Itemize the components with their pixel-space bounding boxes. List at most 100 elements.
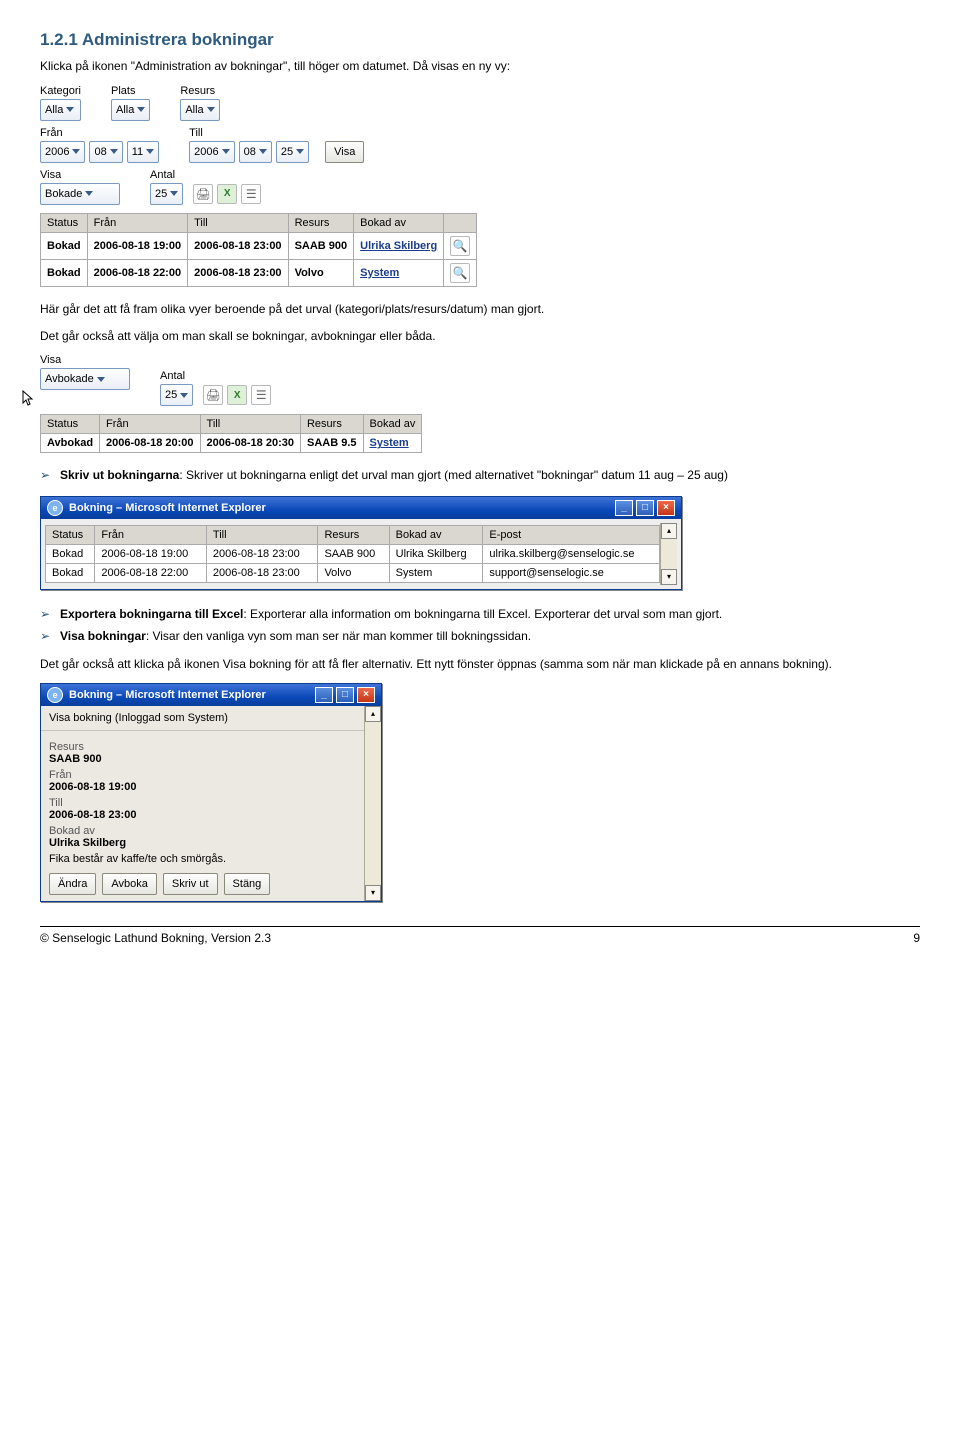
maximize-button[interactable]: □ bbox=[636, 500, 654, 516]
table-row: Bokad 2006-08-18 22:00 2006-08-18 23:00 … bbox=[46, 563, 660, 582]
excel-icon[interactable]: X bbox=[227, 385, 247, 405]
kategori-label: Kategori bbox=[40, 85, 81, 97]
cell-status: Bokad bbox=[41, 232, 88, 259]
till-day-value: 25 bbox=[281, 146, 293, 158]
paragraph: Det går också att klicka på ikonen Visa … bbox=[40, 656, 920, 673]
visa-filter-dropdown[interactable]: Bokade bbox=[40, 183, 120, 205]
stang-button[interactable]: Stäng bbox=[224, 873, 271, 895]
antal-label: Antal bbox=[150, 169, 261, 181]
page-footer: © Senselogic Lathund Bokning, Version 2.… bbox=[40, 926, 920, 945]
col-bokad: Bokad av bbox=[354, 213, 444, 232]
bookings-table-a: Status Från Till Resurs Bokad av Bokad 2… bbox=[40, 213, 477, 287]
list-icon[interactable]: ☰ bbox=[241, 184, 261, 204]
till-day-dropdown[interactable]: 25 bbox=[276, 141, 309, 163]
fran-month-dropdown[interactable]: 08 bbox=[89, 141, 122, 163]
col-resurs: Resurs bbox=[300, 415, 363, 434]
detail-value-till: 2006-08-18 23:00 bbox=[49, 809, 356, 821]
avboka-button[interactable]: Avboka bbox=[102, 873, 157, 895]
cell-epost: ulrika.skilberg@senselogic.se bbox=[483, 544, 660, 563]
minimize-button[interactable]: _ bbox=[615, 500, 633, 516]
chevron-down-icon bbox=[66, 107, 74, 112]
plats-label: Plats bbox=[111, 85, 150, 97]
table-row: Avbokad 2006-08-18 20:00 2006-08-18 20:3… bbox=[41, 434, 422, 453]
plats-dropdown[interactable]: Alla bbox=[111, 99, 150, 121]
scrollbar[interactable]: ▴ ▾ bbox=[364, 706, 381, 901]
fran-day-dropdown[interactable]: 11 bbox=[127, 141, 159, 163]
bullet-text: : Visar den vanliga vyn som man ser när … bbox=[146, 629, 531, 643]
table-row: Bokad 2006-08-18 19:00 2006-08-18 23:00 … bbox=[46, 544, 660, 563]
cell-bokad: Ulrika Skilberg bbox=[389, 544, 483, 563]
close-button[interactable]: × bbox=[357, 687, 375, 703]
chevron-down-icon bbox=[222, 149, 230, 154]
cell-status: Bokad bbox=[46, 563, 95, 582]
scroll-up-icon[interactable]: ▴ bbox=[365, 706, 381, 722]
kategori-dropdown[interactable]: Alla bbox=[40, 99, 81, 121]
excel-icon[interactable]: X bbox=[217, 184, 237, 204]
antal-value: 25 bbox=[165, 389, 177, 401]
cell-fran: 2006-08-18 22:00 bbox=[87, 259, 187, 286]
cell-till: 2006-08-18 23:00 bbox=[206, 544, 318, 563]
fran-label: Från bbox=[40, 127, 159, 139]
col-status: Status bbox=[41, 213, 88, 232]
antal-value: 25 bbox=[155, 188, 167, 200]
cell-bokad: System bbox=[389, 563, 483, 582]
table-row: Bokad 2006-08-18 22:00 2006-08-18 23:00 … bbox=[41, 259, 477, 286]
chevron-down-icon bbox=[72, 149, 80, 154]
close-button[interactable]: × bbox=[657, 500, 675, 516]
magnifier-icon[interactable]: 🔍 bbox=[450, 236, 470, 256]
detail-value-fran: 2006-08-18 19:00 bbox=[49, 781, 356, 793]
bokad-link[interactable]: Ulrika Skilberg bbox=[360, 240, 437, 252]
maximize-button[interactable]: □ bbox=[336, 687, 354, 703]
till-year-dropdown[interactable]: 2006 bbox=[189, 141, 234, 163]
bullet-visa: Visa bokningar: Visar den vanliga vyn so… bbox=[40, 628, 920, 644]
fran-day-value: 11 bbox=[132, 146, 143, 158]
col-till: Till bbox=[200, 415, 300, 434]
andra-button[interactable]: Ändra bbox=[49, 873, 96, 895]
browser-window: e Bokning – Microsoft Internet Explorer … bbox=[40, 496, 682, 590]
resurs-value: Alla bbox=[185, 104, 203, 116]
print-icon[interactable]: 🖨 bbox=[203, 385, 223, 405]
col-fran: Från bbox=[100, 415, 200, 434]
fran-year-dropdown[interactable]: 2006 bbox=[40, 141, 85, 163]
detail-value-bokad: Ulrika Skilberg bbox=[49, 837, 356, 849]
cell-epost: support@senselogic.se bbox=[483, 563, 660, 582]
visa-filter-value: Avbokade bbox=[45, 373, 94, 385]
detail-label-resurs: Resurs bbox=[49, 741, 356, 753]
bullet-label: Visa bokningar bbox=[60, 629, 146, 643]
cell-till: 2006-08-18 20:30 bbox=[200, 434, 300, 453]
cell-status: Avbokad bbox=[41, 434, 100, 453]
bokad-link[interactable]: System bbox=[370, 437, 409, 449]
antal-dropdown[interactable]: 25 bbox=[160, 384, 193, 406]
magnifier-icon[interactable]: 🔍 bbox=[450, 263, 470, 283]
bullet-label: Skriv ut bokningarna bbox=[60, 468, 179, 482]
detail-label-till: Till bbox=[49, 797, 356, 809]
scrollbar[interactable]: ▴ ▾ bbox=[660, 523, 677, 585]
till-month-dropdown[interactable]: 08 bbox=[239, 141, 272, 163]
detail-value-resurs: SAAB 900 bbox=[49, 753, 356, 765]
filter-block-b: Visa Avbokade Antal 25 🖨 X ☰ bbox=[40, 354, 920, 406]
bokad-link[interactable]: System bbox=[360, 267, 399, 279]
resurs-dropdown[interactable]: Alla bbox=[180, 99, 219, 121]
scroll-down-icon[interactable]: ▾ bbox=[661, 569, 677, 585]
col-bokad: Bokad av bbox=[363, 415, 422, 434]
window-titlebar: e Bokning – Microsoft Internet Explorer … bbox=[41, 497, 681, 519]
visa-button[interactable]: Visa bbox=[325, 141, 364, 163]
section-heading: 1.2.1 Administrera bokningar bbox=[40, 30, 920, 50]
bullet-print: Skriv ut bokningarna: Skriver ut bokning… bbox=[40, 467, 920, 483]
till-label: Till bbox=[189, 127, 364, 139]
scroll-up-icon[interactable]: ▴ bbox=[661, 523, 677, 539]
skriv-ut-button[interactable]: Skriv ut bbox=[163, 873, 218, 895]
antal-dropdown[interactable]: 25 bbox=[150, 183, 183, 205]
antal-label: Antal bbox=[160, 370, 271, 382]
scroll-down-icon[interactable]: ▾ bbox=[365, 885, 381, 901]
visa-filter-dropdown[interactable]: Avbokade bbox=[40, 368, 130, 390]
col-actions bbox=[444, 213, 477, 232]
col-status: Status bbox=[46, 525, 95, 544]
print-icon[interactable]: 🖨 bbox=[193, 184, 213, 204]
cell-till: 2006-08-18 23:00 bbox=[188, 259, 288, 286]
paragraph: Det går också att välja om man skall se … bbox=[40, 328, 920, 345]
minimize-button[interactable]: _ bbox=[315, 687, 333, 703]
cell-resurs: SAAB 9.5 bbox=[300, 434, 363, 453]
cell-resurs: Volvo bbox=[318, 563, 389, 582]
list-icon[interactable]: ☰ bbox=[251, 385, 271, 405]
